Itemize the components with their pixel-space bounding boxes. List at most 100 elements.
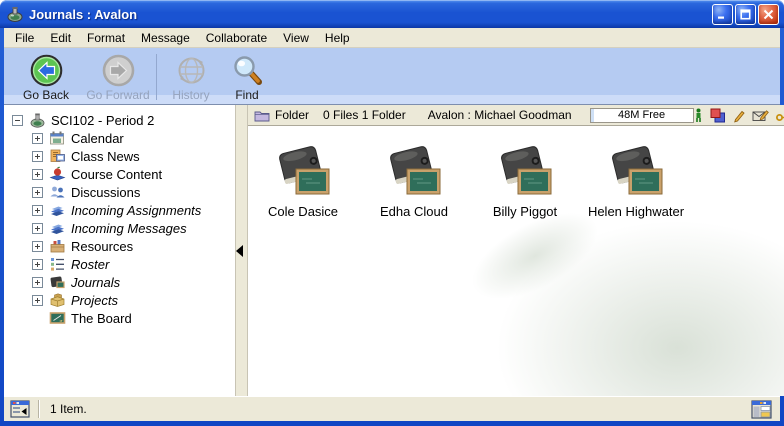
journal-item-label: Cole Dasice [268,204,338,219]
content-panel: Folder 0 Files 1 Folder Avalon : Michael… [248,105,784,396]
menu-bar: File Edit Format Message Collaborate Vie… [4,28,780,48]
journal-item-billy-piggot[interactable]: Billy Piggot [475,142,575,219]
menu-view[interactable]: View [275,29,317,47]
expand-box-icon[interactable] [32,277,43,288]
minimize-button[interactable] [712,4,733,25]
calendar-icon [49,130,66,146]
free-space-label: 48M Free [618,109,665,121]
crate-icon [49,238,66,254]
folder-icon [254,109,270,122]
tree-item-the-board[interactable]: The Board [4,309,235,327]
tree-label: Course Content [71,167,162,182]
header-action-icons [694,108,784,123]
tree-item-roster[interactable]: Roster [4,255,235,273]
expand-box-icon[interactable] [32,205,43,216]
go-back-button[interactable]: Go Back [10,52,82,102]
title-bar: Journals : Avalon [0,0,784,28]
tree-root-sci102[interactable]: SCI102 - Period 2 [4,111,235,129]
projects-icon [49,292,66,308]
board-icon [49,310,66,326]
content-header: Folder 0 Files 1 Folder Avalon : Michael… [248,105,784,126]
journal-item-label: Billy Piggot [493,204,557,219]
expand-box-icon[interactable] [32,223,43,234]
expand-box-icon[interactable] [32,133,43,144]
layers-icon[interactable] [710,108,726,123]
journal-item-label: Edha Cloud [380,204,448,219]
tree-label: Resources [71,239,133,254]
tree-item-discussions[interactable]: Discussions [4,183,235,201]
close-button[interactable] [758,4,779,25]
menu-format[interactable]: Format [79,29,133,47]
expand-box-icon[interactable] [32,151,43,162]
tree-item-resources[interactable]: Resources [4,237,235,255]
journal-book-icon [497,142,553,200]
tree-label: Incoming Assignments [71,203,201,218]
find-label: Find [235,88,258,102]
tree-label: Class News [71,149,140,164]
app-window: Journals : Avalon File Edit Format Messa… [0,0,784,426]
expand-box-icon[interactable] [32,187,43,198]
collapse-panel-icon[interactable] [236,245,243,257]
layout-view-icon[interactable] [751,400,772,419]
tree-label: Discussions [71,185,140,200]
menu-edit[interactable]: Edit [42,29,79,47]
journal-item-helen-highwater[interactable]: Helen Highwater [586,142,686,219]
tree-item-projects[interactable]: Projects [4,291,235,309]
tree-item-journals[interactable]: Journals [4,273,235,291]
expand-box-icon[interactable] [32,259,43,270]
journal-icon [49,274,66,290]
tree-panel: SCI102 - Period 2 Calendar [4,105,236,396]
find-button[interactable]: Find [219,52,275,102]
tree-item-course-content[interactable]: Course Content [4,165,235,183]
toolbar: Go Back Go Forward History [4,48,780,105]
used-space-indicator [591,109,594,122]
tree-label: The Board [71,311,132,326]
panel-splitter[interactable] [236,105,248,396]
compose-icon[interactable] [752,108,769,123]
apple-book-icon [49,166,66,182]
toggle-sidebar-icon[interactable] [10,400,30,418]
roster-icon [49,256,66,272]
folder-view: Cole Dasice [248,126,784,396]
tree-label: Roster [71,257,109,272]
tree-item-class-news[interactable]: Class News [4,147,235,165]
expand-box-icon[interactable] [32,295,43,306]
key-pencil-icon[interactable] [776,108,784,123]
collapse-box-icon[interactable] [12,115,23,126]
menu-help[interactable]: Help [317,29,358,47]
back-icon [30,54,63,87]
owner-label: Avalon : Michael Goodman [428,108,572,122]
tree-item-calendar[interactable]: Calendar [4,129,235,147]
menu-collaborate[interactable]: Collaborate [198,29,275,47]
free-space-bar: 48M Free [590,108,694,123]
journal-book-icon [275,142,331,200]
history-button[interactable]: History [163,52,219,102]
journal-book-icon [386,142,442,200]
expand-box-icon[interactable] [32,169,43,180]
menu-message[interactable]: Message [133,29,198,47]
folder-type-label: Folder [275,108,309,122]
journal-item-cole-dasice[interactable]: Cole Dasice [253,142,353,219]
tree-item-incoming-assignments[interactable]: Incoming Assignments [4,201,235,219]
toolbar-separator [156,54,157,100]
pencil-icon[interactable] [733,108,745,123]
go-forward-button[interactable]: Go Forward [82,52,154,102]
tree-item-incoming-messages[interactable]: Incoming Messages [4,219,235,237]
person-icon[interactable] [694,108,703,123]
find-icon [231,54,264,87]
journal-item-edha-cloud[interactable]: Edha Cloud [364,142,464,219]
main-area: SCI102 - Period 2 Calendar [4,105,780,396]
expand-box-icon[interactable] [32,241,43,252]
history-icon [175,54,208,87]
file-counts: 0 Files 1 Folder [323,108,406,122]
history-label: History [172,88,209,102]
people-icon [49,184,66,200]
tree-label: Incoming Messages [71,221,187,236]
books-icon [49,220,66,236]
status-bar: 1 Item. [4,396,780,421]
tree-label: Projects [71,293,118,308]
go-back-label: Go Back [23,88,69,102]
menu-file[interactable]: File [7,29,42,47]
flask-app-icon [6,5,24,23]
maximize-button[interactable] [735,4,756,25]
